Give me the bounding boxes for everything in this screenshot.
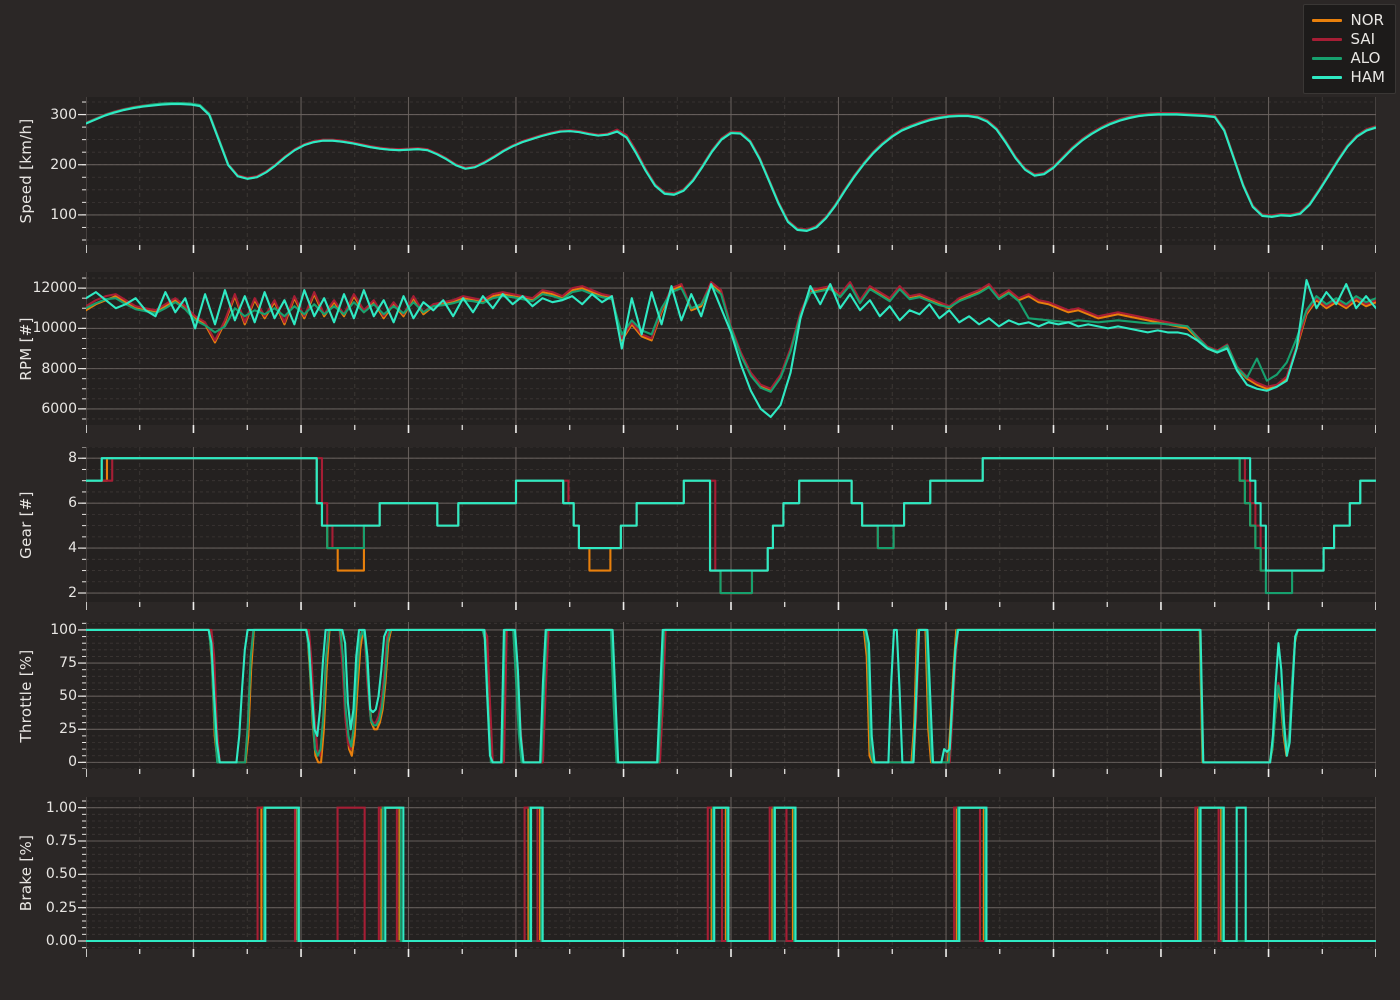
xtick-marks-speed: [86, 245, 1376, 253]
xtick-marks-brake: [86, 949, 1376, 957]
ytick-label-brake-0: 0.00: [45, 933, 77, 949]
legend-swatch-nor: [1311, 19, 1342, 22]
ytick-label-brake-2: 0.50: [45, 866, 77, 883]
legend-swatch-sai: [1311, 38, 1342, 41]
xtick-marks-gear: [86, 602, 1376, 610]
ytick-label-gear-1: 4: [68, 540, 77, 557]
legend-swatch-alo: [1311, 57, 1342, 60]
ytick-marks-gear: [78, 447, 86, 594]
ytick-label-throttle-0: 0: [68, 754, 77, 771]
axis-label-gear: Gear [#]: [17, 490, 35, 559]
panel-throttle: [86, 622, 1376, 769]
ytick-marks-throttle: [78, 622, 86, 769]
ytick-label-speed-1: 200: [50, 156, 77, 173]
legend-item-ham[interactable]: HAM: [1311, 68, 1385, 87]
ytick-label-rpm-2: 10000: [32, 320, 77, 337]
axis-label-rpm: RPM [#]: [17, 316, 35, 381]
plot-canvas-gear: [86, 447, 1376, 602]
ytick-label-speed-2: 300: [50, 106, 77, 123]
ytick-label-brake-1: 0.25: [45, 899, 77, 916]
legend: NOR SAI ALO HAM: [1302, 4, 1396, 94]
xtick-marks-rpm: [86, 425, 1376, 433]
legend-item-sai[interactable]: SAI: [1311, 30, 1385, 49]
panel-gear: [86, 447, 1376, 602]
ytick-marks-speed: [78, 101, 86, 241]
ytick-label-throttle-1: 25: [59, 721, 77, 738]
ytick-label-throttle-2: 50: [59, 688, 77, 705]
ytick-label-rpm-1: 8000: [41, 360, 77, 377]
ytick-label-throttle-4: 100: [50, 621, 77, 638]
telemetry-figure: 100 200 300 Speed [km/h] 6000 8000 10000 12000 R…: [0, 0, 1400, 1000]
ytick-label-brake-4: 1.00: [45, 799, 77, 816]
legend-item-nor[interactable]: NOR: [1311, 11, 1385, 30]
ytick-marks-brake: [78, 800, 86, 949]
legend-label-alo: ALO: [1350, 49, 1381, 67]
ytick-label-rpm-3: 12000: [32, 280, 77, 297]
ytick-label-gear-3: 8: [68, 450, 77, 467]
legend-label-ham: HAM: [1350, 68, 1385, 86]
plot-canvas-brake: [86, 797, 1376, 949]
axis-label-speed: Speed [km/h]: [17, 118, 35, 224]
ytick-label-gear-2: 6: [68, 495, 77, 512]
plot-canvas-speed: [86, 97, 1376, 245]
ytick-label-gear-0: 2: [68, 585, 77, 601]
plot-canvas-throttle: [86, 622, 1376, 769]
ytick-label-speed-0: 100: [50, 206, 77, 223]
ytick-label-brake-3: 0.75: [45, 833, 77, 849]
legend-swatch-ham: [1311, 76, 1342, 79]
ytick-marks-rpm: [78, 277, 86, 420]
panel-speed: [86, 97, 1376, 245]
axis-label-brake: Brake [%]: [17, 834, 35, 912]
plot-canvas-rpm: [86, 272, 1376, 425]
xtick-marks-throttle: [86, 769, 1376, 777]
ytick-label-throttle-3: 75: [59, 655, 77, 672]
panel-rpm: [86, 272, 1376, 425]
ytick-label-rpm-0: 6000: [41, 400, 77, 417]
legend-item-alo[interactable]: ALO: [1311, 49, 1385, 68]
axis-label-throttle: Throttle [%]: [17, 648, 35, 743]
legend-label-nor: NOR: [1350, 11, 1384, 29]
legend-label-sai: SAI: [1350, 30, 1376, 48]
panel-brake: [86, 797, 1376, 949]
